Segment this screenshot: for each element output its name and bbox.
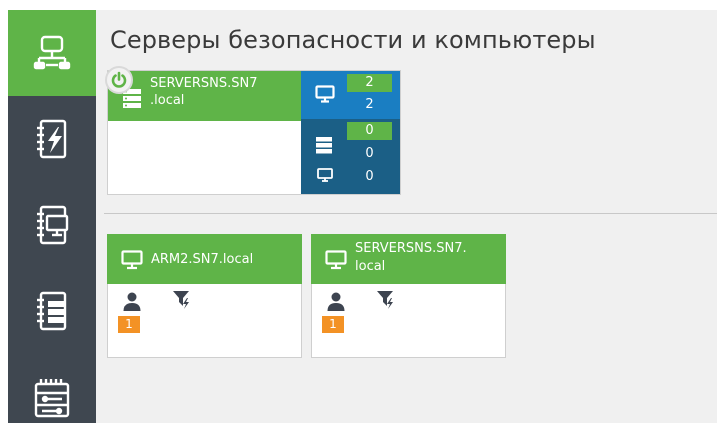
servers-book-icon bbox=[37, 291, 67, 331]
network-icon bbox=[33, 35, 71, 70]
computer-card-header[interactable]: ARM2.SN7.local bbox=[107, 234, 302, 284]
computers-book-icon bbox=[37, 205, 69, 245]
server-sub-stats: 0 0 0 bbox=[301, 119, 400, 194]
computers-total-count: 2 bbox=[365, 97, 374, 112]
sidebar-item-servers[interactable] bbox=[8, 268, 96, 354]
settings-book-icon bbox=[34, 379, 70, 418]
server-name-line2: .local bbox=[150, 93, 185, 108]
computer-card[interactable]: SERVERSNS.SN7. local 1 bbox=[311, 234, 506, 358]
server-stack-icon bbox=[316, 137, 332, 154]
filter-icon[interactable] bbox=[376, 290, 396, 310]
monitor-icon bbox=[325, 250, 347, 270]
other-total-count: 0 bbox=[365, 169, 374, 184]
computer-name: ARM2.SN7.local bbox=[151, 252, 254, 267]
user-icon bbox=[123, 292, 141, 311]
user-count-badge: 1 bbox=[322, 316, 344, 333]
computer-name-line1: SERVERSNS.SN7. bbox=[355, 241, 467, 256]
section-divider bbox=[104, 213, 717, 214]
computer-stats: 2 2 bbox=[301, 71, 400, 119]
monitor-icon bbox=[315, 85, 335, 103]
server-name: SERVERSNS.SN7 .local bbox=[150, 75, 298, 109]
servers-total-count: 0 bbox=[365, 146, 374, 161]
server-card-header[interactable]: SERVERSNS.SN7 .local bbox=[108, 71, 301, 121]
events-log-icon bbox=[37, 119, 67, 159]
main-panel: Серверы безопасности и компьютеры SERVER… bbox=[96, 10, 717, 423]
sidebar-item-network[interactable] bbox=[8, 10, 96, 96]
filter-icon[interactable] bbox=[172, 290, 192, 310]
server-card[interactable]: SERVERSNS.SN7 .local 2 2 0 0 0 bbox=[105, 66, 401, 195]
computer-card[interactable]: ARM2.SN7.local 1 bbox=[107, 234, 302, 358]
computer-name-line2: local bbox=[355, 259, 386, 274]
user-icon bbox=[327, 292, 345, 311]
small-monitor-icon bbox=[317, 168, 333, 182]
computer-card-header[interactable]: SERVERSNS.SN7. local bbox=[311, 234, 506, 284]
servers-online-count: 0 bbox=[347, 122, 392, 140]
monitor-icon bbox=[121, 250, 143, 270]
computers-online-count: 2 bbox=[347, 74, 392, 92]
power-icon[interactable] bbox=[105, 66, 133, 94]
sidebar-item-computers[interactable] bbox=[8, 182, 96, 268]
sidebar-item-events[interactable] bbox=[8, 96, 96, 182]
server-name-line1: SERVERSNS.SN7 bbox=[150, 76, 258, 91]
page-title: Серверы безопасности и компьютеры bbox=[110, 26, 596, 54]
sidebar-item-settings[interactable] bbox=[8, 354, 96, 423]
user-count-badge: 1 bbox=[118, 316, 140, 333]
sidebar bbox=[8, 10, 96, 423]
